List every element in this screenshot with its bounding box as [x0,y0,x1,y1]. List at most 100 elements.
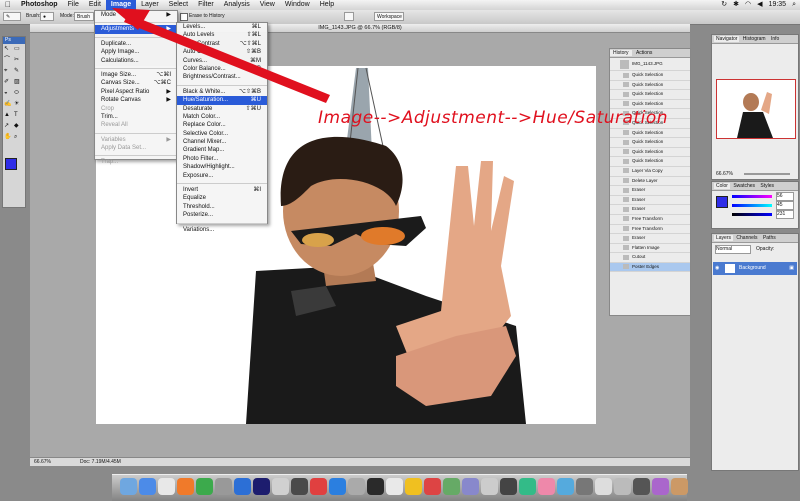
r-value[interactable]: 56 [776,192,794,201]
adjustments-menu-item[interactable]: Variations... [177,226,267,234]
dock-app-icon[interactable] [652,478,669,495]
adjustments-menu-item[interactable]: Gradient Map... [177,146,267,154]
dock-app-icon[interactable] [234,478,251,495]
tab-info[interactable]: Info [769,36,781,42]
doc-info[interactable]: Doc: 7.19M/4.45M [80,458,121,466]
navigator-thumbnail[interactable] [716,79,796,139]
dock-app-icon[interactable] [405,478,422,495]
image-menu-item[interactable]: Image Size... ⌥⌘I [95,71,177,79]
adjustments-menu-item[interactable]: Replace Color... [177,121,267,129]
dock-app-icon[interactable] [215,478,232,495]
adjustments-menu-item[interactable]: Hue/Saturation... ⌘U [177,96,267,105]
history-step[interactable]: Quick Selection [610,129,690,139]
image-menu-item[interactable]: Pixel Aspect Ratio ▶ [95,88,177,96]
adjustments-menu-item[interactable]: Auto Contrast ⌥⇧⌘L [177,40,267,48]
tool-icon[interactable]: ⬭ [14,90,19,97]
history-step[interactable]: Eraser [610,186,690,196]
dock-app-icon[interactable] [272,478,289,495]
history-step[interactable]: Eraser [610,234,690,244]
tab-swatches[interactable]: Swatches [731,183,757,189]
tool-icon[interactable]: ▨ [14,79,20,86]
tool-icon[interactable]: ↖ [4,46,9,53]
adjustments-menu-item[interactable]: Desaturate ⇧⌘U [177,105,267,113]
b-value[interactable]: 231 [776,210,794,219]
adjustments-menu-item[interactable]: Posterize... [177,211,267,219]
dock-app-icon[interactable] [671,478,688,495]
layer-row-background[interactable]: ◉ Background ▣ [713,262,797,275]
history-step[interactable]: Quick Selection [610,71,690,81]
dock-app-icon[interactable] [595,478,612,495]
foreground-color-swatch[interactable] [5,158,17,170]
zoom-level[interactable]: 66.67% [34,458,51,466]
color-fg-swatch[interactable] [716,196,728,208]
history-step[interactable]: Cutout [610,253,690,263]
image-menu-item[interactable]: Apply Image... [95,48,177,56]
dock-app-icon[interactable] [424,478,441,495]
clock[interactable]: 19:35 [769,0,787,10]
menu-help[interactable]: Help [315,0,339,10]
adjustments-menu-item[interactable]: Curves... ⌘M [177,57,267,65]
menu-window[interactable]: Window [280,0,315,10]
wifi-icon[interactable]: ◠ [745,0,751,10]
tab-actions[interactable]: Actions [633,50,655,56]
tab-paths[interactable]: Paths [761,235,778,241]
history-step[interactable]: Flatten Image [610,244,690,254]
dock-app-icon[interactable] [576,478,593,495]
dock-app-icon[interactable] [196,478,213,495]
image-menu-item[interactable]: Adjustments ▶ [95,25,177,34]
menu-edit[interactable]: Edit [84,0,106,10]
apple-menu-icon[interactable]:  [0,0,16,10]
adjustments-menu-item[interactable]: Shadow/Highlight... [177,163,267,171]
adjustments-menu-item[interactable]: Invert ⌘I [177,186,267,194]
adjustments-menu-item[interactable]: Levels... ⌘L [177,23,267,31]
r-slider[interactable] [732,195,772,198]
dock-app-icon[interactable] [139,478,156,495]
menu-app[interactable]: Photoshop [16,0,63,10]
bluetooth-icon[interactable]: ✱ [733,0,739,10]
adjustments-menu-item[interactable]: Auto Levels ⇧⌘L [177,31,267,39]
history-step[interactable]: Poster Edges [610,262,690,273]
dock-app-icon[interactable] [177,478,194,495]
adjustments-menu-item[interactable]: Black & White... ⌥⇧⌘B [177,88,267,96]
tab-layers[interactable]: Layers [714,235,734,241]
history-step[interactable]: Eraser [610,196,690,206]
adjustments-menu-item[interactable]: Selective Color... [177,130,267,138]
history-snapshot[interactable]: IMG_1143.JPG [610,58,690,71]
dock-app-icon[interactable] [443,478,460,495]
tool-icon[interactable]: ◒ [4,90,8,97]
history-step[interactable]: Eraser [610,205,690,215]
tool-icon[interactable]: ✐ [4,79,9,86]
adjustments-menu-item[interactable]: Threshold... [177,203,267,211]
tool-icon[interactable]: ⌖ [4,68,7,75]
dock-app-icon[interactable] [329,478,346,495]
image-menu-item[interactable]: Canvas Size... ⌥⌘C [95,79,177,87]
dock-app-icon[interactable] [120,478,137,495]
dock-app-icon[interactable] [481,478,498,495]
menu-file[interactable]: File [63,0,84,10]
tool-preset-picker[interactable]: ✎ [3,12,21,21]
tool-icon[interactable]: ▲ [4,112,10,119]
tool-icon[interactable]: ✋ [4,134,11,141]
dock-app-icon[interactable] [348,478,365,495]
tool-icon[interactable]: ▭ [14,46,20,53]
sync-icon[interactable]: ↻ [721,0,727,10]
history-step[interactable]: Quick Selection [610,157,690,167]
image-menu-item[interactable]: Trim... [95,113,177,121]
dock-app-icon[interactable] [500,478,517,495]
history-step[interactable]: Free Transform [610,225,690,235]
tab-channels[interactable]: Channels [734,235,759,241]
erase-to-history-checkbox[interactable] [180,13,188,21]
dock-app-icon[interactable] [519,478,536,495]
history-step[interactable]: Quick Selection [610,90,690,100]
dock-app-icon[interactable] [462,478,479,495]
image-menu-item[interactable]: Duplicate... [95,40,177,48]
history-step[interactable]: Quick Selection [610,81,690,91]
history-step[interactable]: Quick Selection [610,138,690,148]
history-step[interactable]: Quick Selection [610,148,690,158]
tool-icon[interactable]: ✎ [14,68,19,75]
image-menu-item[interactable]: Calculations... [95,57,177,65]
menu-filter[interactable]: Filter [193,0,219,10]
image-menu-item[interactable]: Rotate Canvas ▶ [95,96,177,104]
tool-icon[interactable]: ⌕ [14,134,17,141]
menu-view[interactable]: View [255,0,280,10]
